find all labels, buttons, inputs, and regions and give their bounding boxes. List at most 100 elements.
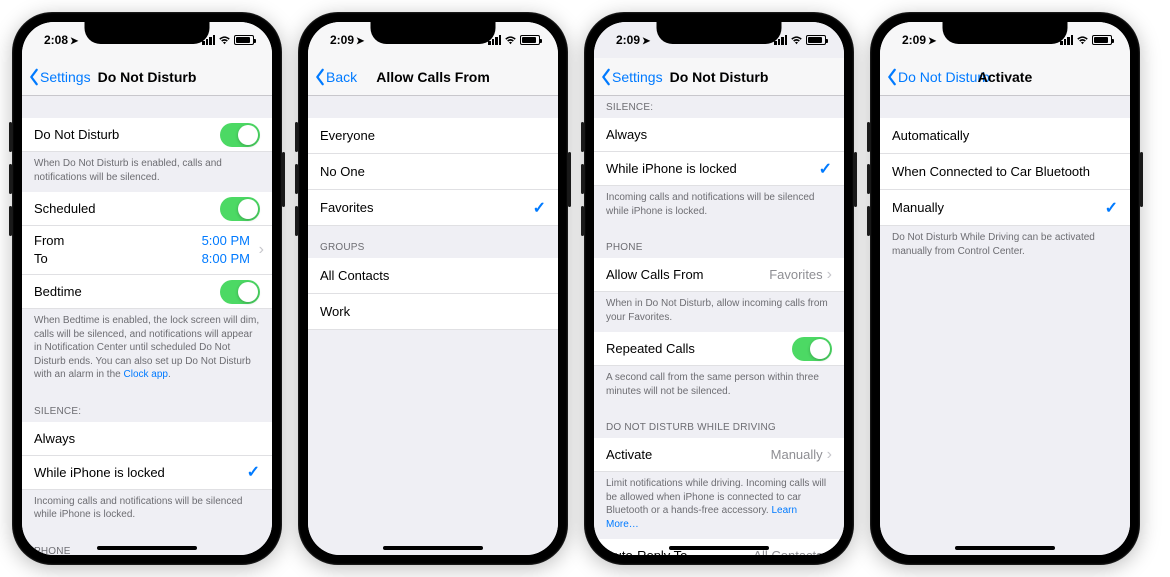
battery-icon — [806, 35, 826, 45]
home-indicator[interactable] — [97, 546, 197, 550]
home-indicator[interactable] — [669, 546, 769, 550]
while-locked-row[interactable]: While iPhone is locked ✓ — [22, 456, 272, 490]
home-indicator[interactable] — [383, 546, 483, 550]
chevron-left-icon — [886, 68, 898, 86]
noone-row[interactable]: No One — [308, 154, 558, 190]
repeated-calls-row[interactable]: Repeated Calls — [594, 332, 844, 366]
checkmark-icon: ✓ — [819, 159, 832, 179]
wifi-icon — [1076, 36, 1089, 45]
screen: 2:09➤ Back Allow Calls From Everyone No … — [308, 22, 558, 555]
activate-row[interactable]: Activate Manually › — [594, 438, 844, 472]
notch — [85, 22, 210, 44]
footer-text: A second call from the same person withi… — [594, 366, 844, 406]
from-to-row[interactable]: From5:00 PM To8:00 PM › — [22, 226, 272, 275]
car-bluetooth-row[interactable]: When Connected to Car Bluetooth — [880, 154, 1130, 190]
everyone-row[interactable]: Everyone — [308, 118, 558, 154]
content[interactable]: Automatically When Connected to Car Blue… — [880, 96, 1130, 555]
always-row[interactable]: Always — [22, 422, 272, 456]
bedtime-row[interactable]: Bedtime — [22, 275, 272, 309]
back-button[interactable]: Back — [314, 68, 357, 86]
screen: 2:08➤ Settings Do Not Disturb Do Not Dis… — [22, 22, 272, 555]
status-time: 2:09➤ — [616, 33, 650, 47]
wifi-icon — [790, 36, 803, 45]
status-icons — [202, 35, 254, 45]
location-icon: ➤ — [356, 36, 364, 47]
wifi-icon — [504, 36, 517, 45]
home-indicator[interactable] — [955, 546, 1055, 550]
battery-icon — [1092, 35, 1112, 45]
always-row[interactable]: Always — [594, 118, 844, 152]
location-icon: ➤ — [70, 36, 78, 47]
footer-text: When in Do Not Disturb, allow incoming c… — [594, 292, 844, 332]
status-time: 2:09➤ — [330, 33, 364, 47]
chevron-right-icon: › — [827, 446, 832, 464]
checkmark-icon: ✓ — [247, 462, 260, 482]
footer-text: Incoming calls and notifications will be… — [594, 186, 844, 226]
back-button[interactable]: Settings — [600, 68, 663, 86]
battery-icon — [520, 35, 540, 45]
section-header: GROUPS — [308, 226, 558, 258]
footer-text: Incoming calls and notifications will be… — [22, 490, 272, 530]
notch — [371, 22, 496, 44]
switch-on-icon[interactable] — [792, 337, 832, 361]
nav-bar: Do Not Disturb Activate — [880, 58, 1130, 96]
footer-text: When Bedtime is enabled, the lock screen… — [22, 309, 272, 390]
content[interactable]: SILENCE: Always While iPhone is locked ✓… — [594, 96, 844, 555]
phone-2: 2:09➤ Back Allow Calls From Everyone No … — [298, 12, 568, 565]
notch — [943, 22, 1068, 44]
while-locked-row[interactable]: While iPhone is locked ✓ — [594, 152, 844, 186]
chevron-right-icon: › — [827, 266, 832, 284]
battery-icon — [234, 35, 254, 45]
status-icons — [774, 35, 826, 45]
back-button[interactable]: Settings — [28, 68, 91, 86]
status-icons — [1060, 35, 1112, 45]
wifi-icon — [218, 36, 231, 45]
favorites-row[interactable]: Favorites ✓ — [308, 190, 558, 226]
clock-app-link[interactable]: Clock app — [124, 369, 168, 380]
section-header: PHONE — [594, 226, 844, 258]
all-contacts-row[interactable]: All Contacts — [308, 258, 558, 294]
section-header: SILENCE: — [22, 390, 272, 422]
chevron-right-icon: › — [259, 241, 264, 259]
status-time: 2:08➤ — [44, 33, 78, 47]
phone-4: 2:09➤ Do Not Disturb Activate Automatica… — [870, 12, 1140, 565]
footer-text: Do Not Disturb While Driving can be acti… — [880, 226, 1130, 266]
section-header: SILENCE: — [594, 96, 844, 118]
back-button[interactable]: Do Not Disturb — [886, 68, 990, 86]
switch-on-icon[interactable] — [220, 123, 260, 147]
location-icon: ➤ — [642, 36, 650, 47]
footer-text: Limit notifications while driving. Incom… — [594, 472, 844, 539]
status-time: 2:09➤ — [902, 33, 936, 47]
footer-text: When Do Not Disturb is enabled, calls an… — [22, 152, 272, 192]
chevron-left-icon — [314, 68, 326, 86]
content[interactable]: Do Not Disturb When Do Not Disturb is en… — [22, 96, 272, 555]
from-value: 5:00 PM — [202, 232, 250, 250]
label: Do Not Disturb — [34, 127, 220, 142]
automatically-row[interactable]: Automatically — [880, 118, 1130, 154]
to-value: 8:00 PM — [202, 250, 250, 268]
screen: 2:09➤ Settings Do Not Disturb SILENCE: A… — [594, 22, 844, 555]
checkmark-icon: ✓ — [1105, 198, 1118, 218]
phone-1: 2:08➤ Settings Do Not Disturb Do Not Dis… — [12, 12, 282, 565]
manually-row[interactable]: Manually ✓ — [880, 190, 1130, 226]
chevron-left-icon — [600, 68, 612, 86]
work-row[interactable]: Work — [308, 294, 558, 330]
nav-bar: Settings Do Not Disturb — [594, 58, 844, 96]
checkmark-icon: ✓ — [533, 198, 546, 218]
dnd-toggle-row[interactable]: Do Not Disturb — [22, 118, 272, 152]
nav-bar: Settings Do Not Disturb — [22, 58, 272, 96]
section-header: DO NOT DISTURB WHILE DRIVING — [594, 406, 844, 438]
status-icons — [488, 35, 540, 45]
switch-on-icon[interactable] — [220, 280, 260, 304]
switch-on-icon[interactable] — [220, 197, 260, 221]
location-icon: ➤ — [928, 36, 936, 47]
content[interactable]: Everyone No One Favorites ✓ GROUPS All C… — [308, 96, 558, 555]
scheduled-row[interactable]: Scheduled — [22, 192, 272, 226]
allow-calls-row[interactable]: Allow Calls From Favorites › — [594, 258, 844, 292]
chevron-right-icon: › — [827, 547, 832, 556]
section-header: PHONE — [22, 530, 272, 555]
phone-3: 2:09➤ Settings Do Not Disturb SILENCE: A… — [584, 12, 854, 565]
nav-bar: Back Allow Calls From — [308, 58, 558, 96]
chevron-left-icon — [28, 68, 40, 86]
screen: 2:09➤ Do Not Disturb Activate Automatica… — [880, 22, 1130, 555]
